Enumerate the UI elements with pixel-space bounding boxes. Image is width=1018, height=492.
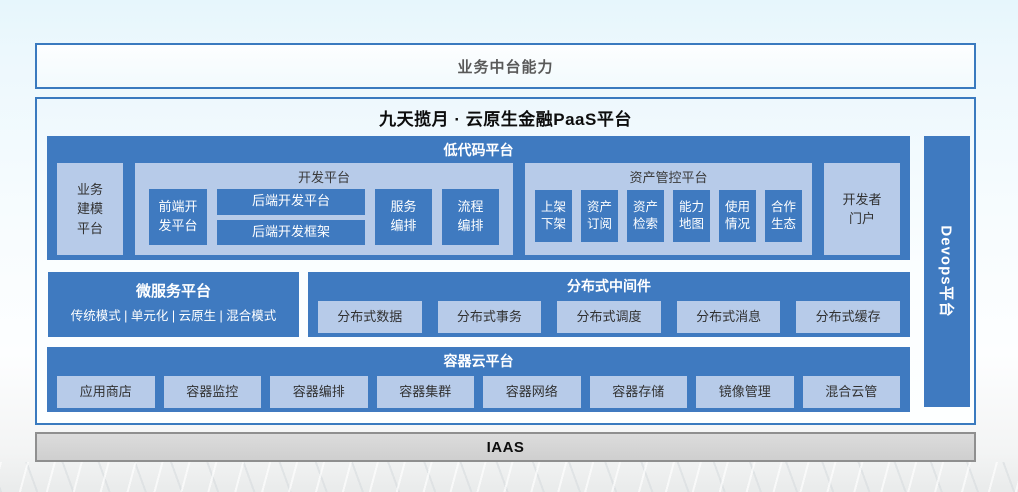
asset-item-subscription: 资产 订阅 — [581, 190, 618, 242]
cc-item-hybrid-cloud: 混合云管 — [803, 376, 901, 408]
iaas-label: IAAS — [487, 439, 525, 456]
business-midplatform-banner: 业务中台能力 — [35, 43, 976, 89]
lowcode-content-row: 业务 建模 平台 开发平台 前端开 发平台 后端开发平台 后端开发框架 服务 编… — [57, 163, 900, 255]
developer-portal-box: 开发者 门户 — [824, 163, 900, 255]
cc-item-image-management: 镜像管理 — [696, 376, 794, 408]
devops-platform-bar: Devops平台 — [924, 136, 970, 407]
platform-title: 九天揽月 · 云原生金融PaaS平台 — [37, 105, 974, 130]
asset-item-usage: 使用 情况 — [719, 190, 756, 242]
middleware-item-message: 分布式消息 — [677, 301, 781, 333]
architecture-diagram: 业务中台能力 九天揽月 · 云原生金融PaaS平台 低代码平台 业务 建模 平台… — [0, 0, 1018, 492]
business-midplatform-label: 业务中台能力 — [457, 56, 553, 77]
asset-item-ecosystem: 合作 生态 — [765, 190, 802, 242]
lowcode-platform-section: 低代码平台 业务 建模 平台 开发平台 前端开 发平台 后端开发平台 后端开发框… — [47, 136, 910, 260]
backend-framework-box: 后端开发框架 — [217, 220, 365, 246]
container-cloud-row: 应用商店 容器监控 容器编排 容器集群 容器网络 容器存储 镜像管理 混合云管 — [57, 376, 900, 408]
middleware-item-scheduling: 分布式调度 — [557, 301, 661, 333]
service-orchestration-box: 服务 编排 — [375, 189, 432, 245]
cc-item-app-store: 应用商店 — [57, 376, 155, 408]
middleware-title: 分布式中间件 — [308, 272, 910, 296]
dev-platform-panel: 开发平台 前端开 发平台 后端开发平台 后端开发框架 服务 编排 流程 编排 — [135, 163, 513, 255]
microservice-platform-section: 微服务平台 传统模式 | 单元化 | 云原生 | 混合模式 — [48, 272, 299, 337]
microservice-modes: 传统模式 | 单元化 | 云原生 | 混合模式 — [48, 301, 299, 324]
backend-platform-box: 后端开发平台 — [217, 189, 365, 215]
background-pattern — [0, 462, 1018, 492]
asset-item-capability-map: 能力 地图 — [673, 190, 710, 242]
frontend-dev-box: 前端开 发平台 — [149, 189, 207, 245]
process-orchestration-box: 流程 编排 — [442, 189, 499, 245]
cc-item-cluster: 容器集群 — [377, 376, 475, 408]
cc-item-storage: 容器存储 — [590, 376, 688, 408]
paas-platform-panel: 九天揽月 · 云原生金融PaaS平台 低代码平台 业务 建模 平台 开发平台 前… — [35, 97, 976, 425]
microservice-title: 微服务平台 — [48, 272, 299, 301]
business-modeling-box: 业务 建模 平台 — [57, 163, 123, 255]
iaas-bar: IAAS — [35, 432, 976, 462]
middleware-row: 分布式数据 分布式事务 分布式调度 分布式消息 分布式缓存 — [318, 301, 900, 333]
cc-item-orchestration: 容器编排 — [270, 376, 368, 408]
cc-item-monitoring: 容器监控 — [164, 376, 262, 408]
container-cloud-section: 容器云平台 应用商店 容器监控 容器编排 容器集群 容器网络 容器存储 镜像管理… — [47, 347, 910, 412]
devops-platform-label: Devops平台 — [937, 225, 958, 317]
asset-control-row: 上架 下架 资产 订阅 资产 检索 能力 地图 使用 情况 合作 生态 — [535, 190, 802, 242]
asset-control-title: 资产管控平台 — [525, 163, 812, 186]
asset-item-onoff-shelf: 上架 下架 — [535, 190, 572, 242]
container-cloud-title: 容器云平台 — [47, 347, 910, 371]
dev-platform-title: 开发平台 — [135, 163, 513, 186]
middleware-item-cache: 分布式缓存 — [796, 301, 900, 333]
dev-platform-row: 前端开 发平台 后端开发平台 后端开发框架 服务 编排 流程 编排 — [149, 189, 499, 245]
cc-item-network: 容器网络 — [483, 376, 581, 408]
lowcode-platform-title: 低代码平台 — [47, 136, 910, 160]
asset-control-panel: 资产管控平台 上架 下架 资产 订阅 资产 检索 能力 地图 使用 情况 合作 … — [525, 163, 812, 255]
middleware-item-transaction: 分布式事务 — [438, 301, 542, 333]
asset-item-search: 资产 检索 — [627, 190, 664, 242]
middleware-section: 分布式中间件 分布式数据 分布式事务 分布式调度 分布式消息 分布式缓存 — [308, 272, 910, 337]
middleware-item-data: 分布式数据 — [318, 301, 422, 333]
backend-stack: 后端开发平台 后端开发框架 — [217, 189, 365, 245]
